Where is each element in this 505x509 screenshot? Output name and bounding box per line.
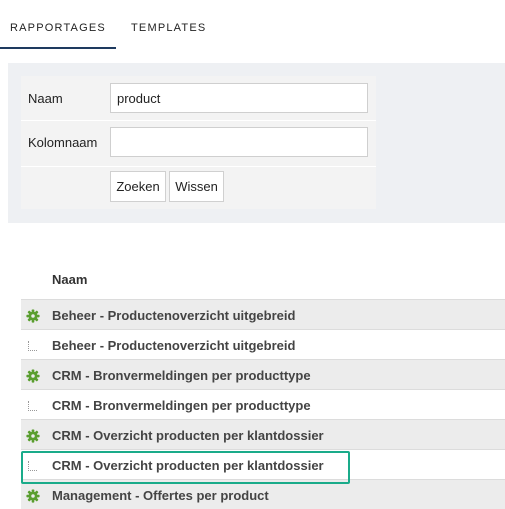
search-form: Naam Kolomnaam Zoeken Wissen [21,76,376,209]
table-row[interactable]: CRM - Overzicht producten per klantdossi… [21,449,505,479]
kolomnaam-label: Kolomnaam [28,135,98,150]
tab-rapportages[interactable]: RAPPORTAGES [10,22,106,34]
tab-templates[interactable]: TEMPLATES [131,22,206,34]
kolomnaam-input[interactable] [110,127,368,157]
tab-bar: RAPPORTAGES TEMPLATES [0,0,505,50]
gear-icon [26,429,40,443]
row-label: Beheer - Productenoverzicht uitgebreid [52,338,296,353]
row-label: CRM - Overzicht producten per klantdossi… [52,458,324,473]
gear-icon [26,369,40,383]
zoeken-button[interactable]: Zoeken [110,171,166,202]
table-row[interactable]: Beheer - Productenoverzicht uitgebreid [21,299,505,329]
table-row[interactable]: Beheer - Productenoverzicht uitgebreid [21,329,505,359]
row-label: CRM - Bronvermeldingen per producttype [52,368,311,383]
active-tab-indicator [0,47,116,49]
button-row: Zoeken Wissen [21,168,376,208]
gear-icon [26,489,40,503]
naam-input[interactable] [110,83,368,113]
report-list: Beheer - Productenoverzicht uitgebreid B… [21,299,505,509]
gear-icon [26,309,40,323]
naam-row: Naam [21,78,376,118]
table-row[interactable]: CRM - Overzicht producten per klantdossi… [21,419,505,449]
row-label: Beheer - Productenoverzicht uitgebreid [52,308,296,323]
column-header-naam[interactable]: Naam [52,272,87,287]
row-label: CRM - Bronvermeldingen per producttype [52,398,311,413]
row-label: Management - Offertes per product [52,488,269,503]
naam-label: Naam [28,91,63,106]
tree-branch-icon [28,401,37,411]
form-divider [21,120,376,121]
table-row[interactable]: Management - Offertes per product [21,479,505,509]
kolomnaam-row: Kolomnaam [21,122,376,162]
tree-branch-icon [28,341,37,351]
form-divider [21,166,376,167]
wissen-button[interactable]: Wissen [169,171,224,202]
table-row[interactable]: CRM - Bronvermeldingen per producttype [21,359,505,389]
row-label: CRM - Overzicht producten per klantdossi… [52,428,324,443]
table-row[interactable]: CRM - Bronvermeldingen per producttype [21,389,505,419]
tree-branch-icon [28,461,37,471]
